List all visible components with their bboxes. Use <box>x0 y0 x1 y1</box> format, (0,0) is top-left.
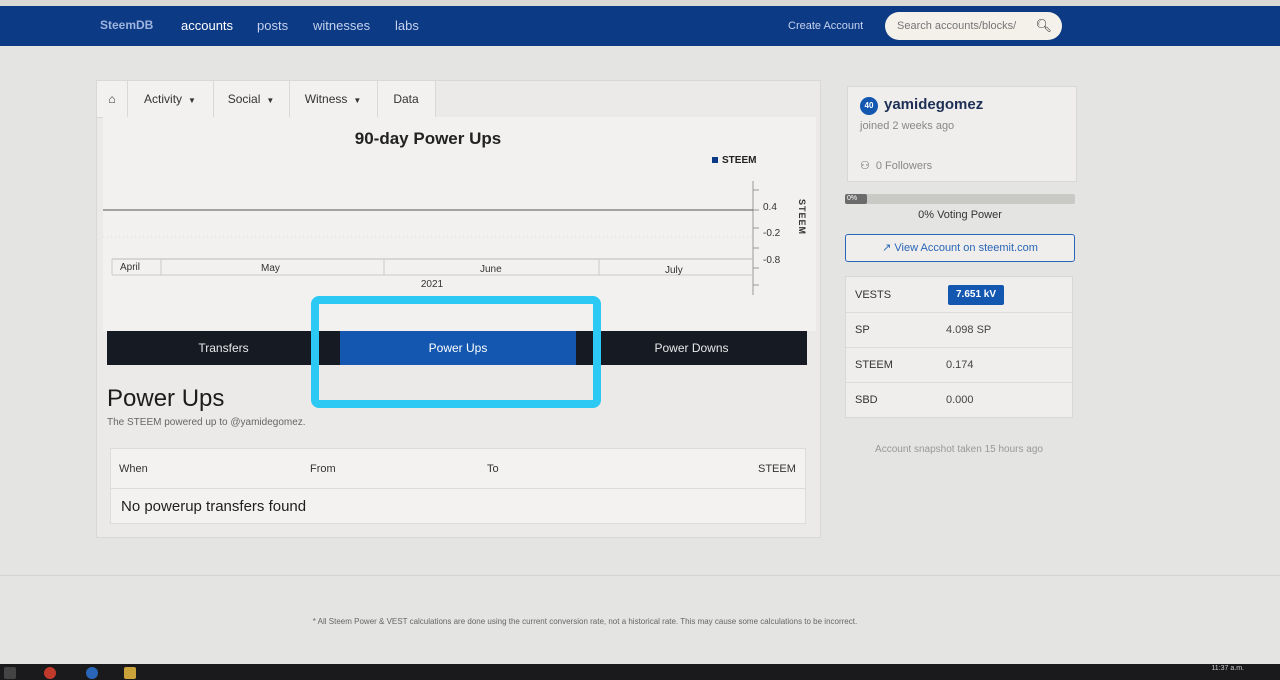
x-tick-label: May <box>261 263 280 274</box>
y-tick-label: -0.2 <box>763 228 781 239</box>
create-account-link[interactable]: Create Account <box>788 20 863 32</box>
tab-witness-label: Witness <box>304 92 348 106</box>
empty-table-message: No powerup transfers found <box>121 498 307 515</box>
stat-value: 0.000 <box>946 394 974 406</box>
vests-badge: 7.651 kV <box>948 285 1005 305</box>
brand-logo[interactable]: SteemDB <box>100 18 153 32</box>
top-navbar: SteemDB accounts posts witnesses labs Cr… <box>0 6 1280 46</box>
column-header-to: To <box>487 463 499 475</box>
column-header-when: When <box>119 463 148 475</box>
y-tick-label: -0.8 <box>763 255 781 266</box>
view-account-label: View Account on steemit.com <box>894 242 1038 254</box>
followers-count: 0 Followers <box>875 160 933 172</box>
stat-label: SP <box>855 324 870 336</box>
stat-label: VESTS <box>855 289 892 301</box>
account-tabs: ⌂ Activity ▼ Social ▼ Witness ▼ Data <box>97 81 436 118</box>
power-ups-table: When From To STEEM No powerup transfers … <box>110 448 806 524</box>
voting-power-bar: 0% <box>845 194 1075 204</box>
tab-activity[interactable]: Activity ▼ <box>127 81 214 117</box>
taskbar-clock[interactable]: 11:37 a.m. <box>1211 665 1244 672</box>
stat-value: 0.174 <box>946 359 974 371</box>
search-box: 🔍︎ <box>885 12 1062 40</box>
x-axis-year-label: 2021 <box>420 279 444 290</box>
search-input[interactable] <box>897 18 1035 34</box>
column-header-steem: STEEM <box>758 463 796 475</box>
folder-icon[interactable] <box>124 667 136 679</box>
external-link-icon: ↗ <box>882 242 892 254</box>
voting-power-label: 0% Voting Power <box>918 209 1002 221</box>
column-header-from: From <box>310 463 336 475</box>
users-icon: ⚇ <box>860 160 870 172</box>
browser-icon[interactable] <box>86 667 98 679</box>
chrome-icon[interactable] <box>44 667 56 679</box>
view-account-button[interactable]: ↗ View Account on steemit.com <box>845 234 1075 262</box>
x-tick-label: June <box>480 264 502 275</box>
nav-accounts[interactable]: accounts <box>181 18 233 33</box>
x-tick-label: July <box>665 265 683 276</box>
section-subtitle: The STEEM powered up to @yamidegomez. <box>107 417 306 428</box>
caret-down-icon: ▼ <box>188 96 196 105</box>
account-stats: VESTS 7.651 kV SP 4.098 SP STEEM 0.174 S… <box>845 276 1073 418</box>
voting-power-fill: 0% <box>845 194 867 204</box>
annotation-highlight-box <box>311 296 601 408</box>
tab-data[interactable]: Data <box>377 81 436 117</box>
tab-data-label: Data <box>393 92 419 106</box>
footer-divider <box>0 575 1280 576</box>
stat-row-steem: STEEM 0.174 <box>846 347 1072 383</box>
stat-label: SBD <box>855 394 878 406</box>
y-axis-label: STEEM <box>797 199 807 236</box>
snapshot-note: Account snapshot taken 15 hours ago <box>875 444 1043 455</box>
y-tick-label: 0.4 <box>763 202 777 213</box>
profile-joined: joined 2 weeks ago <box>860 120 955 132</box>
stat-row-vests: VESTS 7.651 kV <box>846 277 1072 313</box>
search-icon[interactable]: 🔍︎ <box>1035 18 1052 34</box>
tab-home[interactable]: ⌂ <box>97 81 128 117</box>
stat-label: STEEM <box>855 359 893 371</box>
footer-note: * All Steem Power & VEST calculations ar… <box>312 617 858 626</box>
x-tick-label: April <box>120 262 140 273</box>
section-title: Power Ups <box>107 385 225 412</box>
table-divider <box>111 488 805 489</box>
stat-row-sp: SP 4.098 SP <box>846 312 1072 348</box>
stat-row-sbd: SBD 0.000 <box>846 382 1072 417</box>
transfers-button[interactable]: Transfers <box>107 331 340 365</box>
power-downs-button[interactable]: Power Downs <box>576 331 807 365</box>
tab-social-label: Social <box>227 92 261 106</box>
profile-card: 40 yamidegomez joined 2 weeks ago ⚇ 0 Fol… <box>847 86 1077 182</box>
nav-labs[interactable]: labs <box>395 18 419 33</box>
profile-username[interactable]: yamidegomez <box>884 96 983 113</box>
caret-down-icon: ▼ <box>353 96 362 105</box>
start-icon[interactable] <box>4 667 16 679</box>
nav-posts[interactable]: posts <box>257 18 288 33</box>
reputation-badge: 40 <box>860 97 878 115</box>
caret-down-icon: ▼ <box>266 96 275 105</box>
nav-witnesses[interactable]: witnesses <box>313 18 370 33</box>
os-taskbar: 11:37 a.m. <box>0 664 1280 680</box>
tab-social[interactable]: Social ▼ <box>213 81 290 117</box>
home-icon: ⌂ <box>108 92 116 106</box>
stat-value: 4.098 SP <box>946 324 992 336</box>
tab-activity-label: Activity <box>144 92 183 106</box>
profile-followers[interactable]: ⚇ 0 Followers <box>860 159 932 172</box>
tab-witness[interactable]: Witness ▼ <box>289 81 378 117</box>
